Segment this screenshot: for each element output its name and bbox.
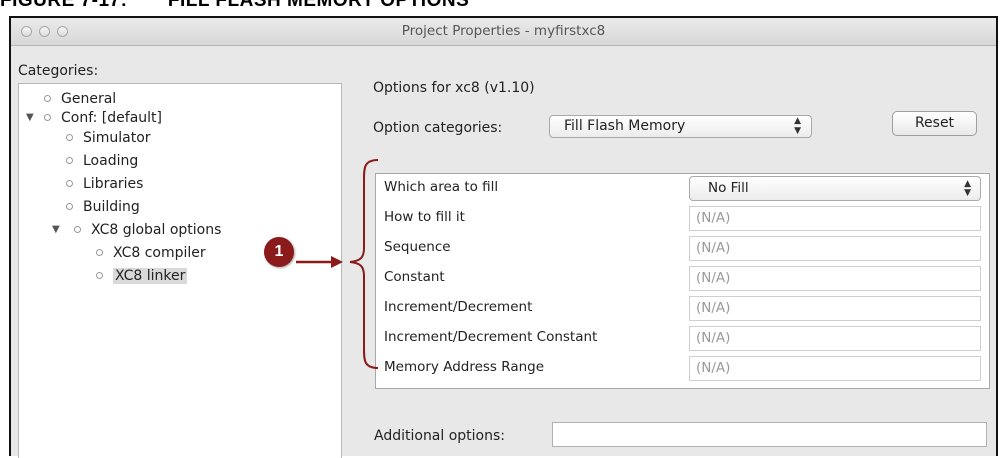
table-row: Which area to fill No Fill ▲ ▼ xyxy=(376,174,989,203)
table-row: Memory Address Range (N/A) xyxy=(376,354,989,383)
option-name: Which area to fill xyxy=(384,179,499,195)
additional-options-input[interactable] xyxy=(552,422,987,447)
figure-caption: FIGURE 7-17: FILL FLASH MEMORY OPTIONS xyxy=(0,0,470,11)
tree-item-building[interactable]: Building xyxy=(66,197,140,217)
additional-options-label: Additional options: xyxy=(374,428,506,444)
sequence-field[interactable]: (N/A) xyxy=(689,236,981,261)
callout-badge: 1 xyxy=(264,237,294,267)
option-name: Increment/Decrement Constant xyxy=(384,329,598,345)
tree-item-xc8-compiler[interactable]: XC8 compiler xyxy=(96,243,206,263)
tree-item-conf-default[interactable]: Conf: [default] xyxy=(44,108,162,128)
memory-address-range-field[interactable]: (N/A) xyxy=(689,356,981,381)
option-name: Sequence xyxy=(384,239,451,255)
option-name: How to fill it xyxy=(384,209,465,225)
up-down-arrows-icon: ▲ ▼ xyxy=(794,116,801,136)
node-icon xyxy=(96,272,103,279)
tree-item-loading[interactable]: Loading xyxy=(66,151,138,171)
option-name: Increment/Decrement xyxy=(384,299,533,315)
increment-decrement-constant-field[interactable]: (N/A) xyxy=(689,326,981,351)
node-icon xyxy=(66,134,73,141)
tree-item-general[interactable]: General xyxy=(44,89,116,109)
table-row: How to fill it (N/A) xyxy=(376,204,989,233)
constant-field[interactable]: (N/A) xyxy=(689,266,981,291)
tree-item-simulator[interactable]: Simulator xyxy=(66,128,151,148)
table-row: Sequence (N/A) xyxy=(376,234,989,263)
option-categories-label: Option categories: xyxy=(373,120,503,136)
table-row: Constant (N/A) xyxy=(376,264,989,293)
window-title: Project Properties - myfirstxc8 xyxy=(401,23,606,39)
up-down-arrows-icon: ▲ ▼ xyxy=(964,179,971,198)
disclosure-expanded-icon[interactable]: ▼ xyxy=(26,112,34,123)
node-icon xyxy=(66,180,73,187)
tree-item-libraries[interactable]: Libraries xyxy=(66,174,143,194)
node-icon xyxy=(96,249,103,256)
tree-item-xc8-linker[interactable]: XC8 linker xyxy=(96,266,188,286)
options-header: Options for xc8 (v1.10) xyxy=(373,80,535,96)
node-icon xyxy=(66,157,73,164)
categories-tree[interactable]: General ▼ Conf: [default] Simulator Load… xyxy=(18,83,342,458)
option-categories-value: Fill Flash Memory xyxy=(564,118,686,134)
reset-button[interactable]: Reset xyxy=(892,111,977,136)
tree-item-xc8-global-options[interactable]: XC8 global options xyxy=(74,220,221,240)
option-name: Memory Address Range xyxy=(384,359,545,375)
option-categories-select[interactable]: Fill Flash Memory ▲ ▼ xyxy=(549,115,812,138)
which-area-to-fill-select[interactable]: No Fill ▲ ▼ xyxy=(689,176,981,201)
node-icon xyxy=(44,95,51,102)
node-icon xyxy=(74,226,81,233)
project-properties-window: Project Properties - myfirstxc8 Categori… xyxy=(9,16,998,458)
fill-options-table: Which area to fill No Fill ▲ ▼ How to fil… xyxy=(375,173,990,389)
table-row: Increment/Decrement (N/A) xyxy=(376,294,989,323)
option-name: Constant xyxy=(384,269,445,285)
increment-decrement-field[interactable]: (N/A) xyxy=(689,296,981,321)
table-row: Increment/Decrement Constant (N/A) xyxy=(376,324,989,353)
how-to-fill-it-field[interactable]: (N/A) xyxy=(689,206,981,231)
disclosure-expanded-icon[interactable]: ▼ xyxy=(52,224,60,235)
node-icon xyxy=(44,114,51,121)
title-bar: Project Properties - myfirstxc8 xyxy=(11,18,996,46)
categories-label: Categories: xyxy=(18,63,99,79)
node-icon xyxy=(66,203,73,210)
